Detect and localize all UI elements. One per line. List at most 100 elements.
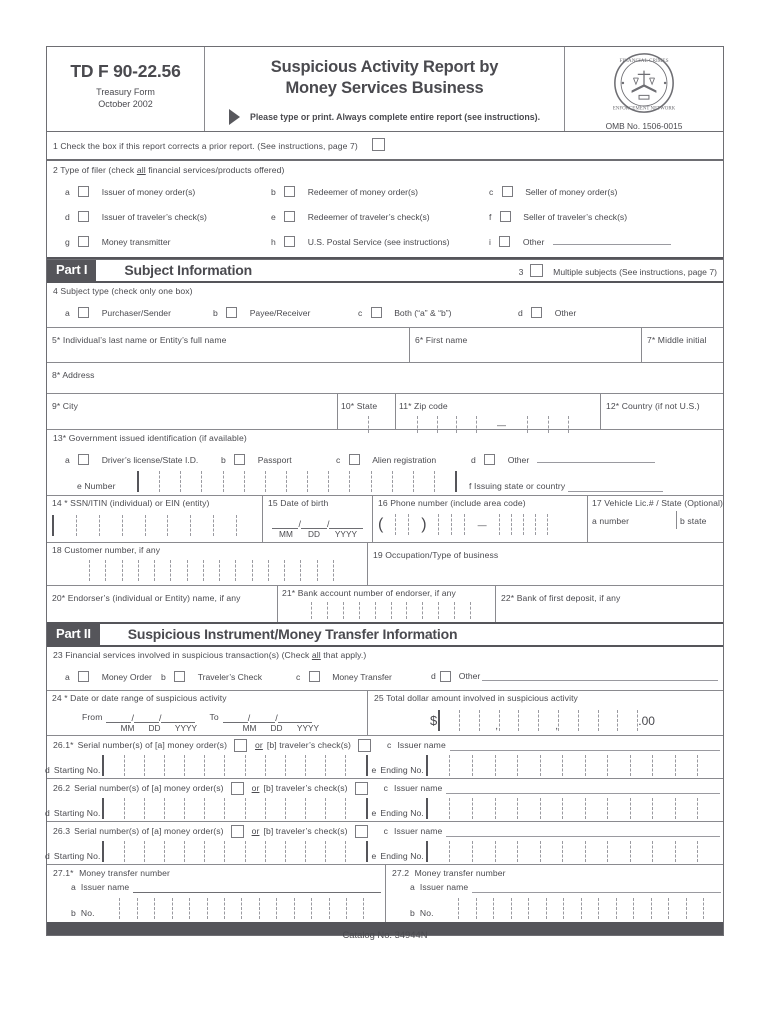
ssn-comb[interactable] [52,515,259,536]
ssn-dob-phone-row: 14 * SSN/ITIN (individual) or EIN (entit… [47,496,723,543]
transfer-2-label: Money transfer number [414,868,506,878]
item-22-cell[interactable]: 22* Bank of first deposit, if any [495,586,723,622]
item-17a-cell[interactable]: a number [592,511,676,529]
filer-type-b-checkbox[interactable] [284,186,296,197]
transfer-2-issuer-input[interactable] [472,883,721,893]
amount-comb[interactable]: , , [438,710,639,732]
to-mm-input[interactable] [222,711,248,723]
transfer-1-issuer-input[interactable] [133,883,381,893]
item-9-cell[interactable]: 9* City [47,394,337,429]
subject-type-c-checkbox[interactable] [370,307,382,318]
id-type-other-input[interactable] [536,453,655,463]
item-11-cell[interactable]: 11* Zip code — [395,394,600,433]
bank-account-comb[interactable] [296,602,486,619]
customer-number-comb[interactable] [74,560,349,581]
issuing-state-input[interactable] [568,482,664,492]
filer-type-b-label: Redeemer of money order(s) [307,187,419,197]
item-16-cell[interactable]: 16 Phone number (include area code) ( ) … [371,496,587,542]
filer-type-other-input[interactable] [552,235,671,245]
item-1-row: 1 Check the box if this report corrects … [47,132,723,161]
id-type-c-label: Alien registration [372,455,437,465]
id-type-d-checkbox[interactable] [484,454,496,465]
item-8-row[interactable]: 8* Address [47,363,723,394]
serial-3-start-comb[interactable] [102,841,368,862]
filer-type-d-checkbox[interactable] [78,211,90,222]
item-7-cell[interactable]: 7* Middle initial [641,328,723,362]
item-19-cell[interactable]: 19 Occupation/Type of business [367,543,723,585]
serial-1-money-order-checkbox[interactable] [234,739,248,752]
service-money-order-label: Money Order [101,672,152,682]
serial-3-issuer-input[interactable] [446,827,720,837]
serial-2-end-comb[interactable] [425,798,720,819]
service-other-checkbox[interactable] [439,670,451,682]
transfer-block-1: 27.1* Money transfer number a Issuer nam… [47,865,385,922]
serial-2-money-order-checkbox[interactable] [230,782,244,795]
id-number-comb[interactable] [137,471,458,492]
serial-2-travelers-check-checkbox[interactable] [354,782,368,795]
corrects-prior-report-checkbox[interactable] [372,138,386,151]
dob-yyyy-input[interactable] [329,517,364,529]
service-money-transfer-checkbox[interactable] [308,671,320,682]
filer-type-g-checkbox[interactable] [78,236,90,247]
filer-type-i-checkbox[interactable] [499,236,511,247]
filer-type-h-checkbox[interactable] [284,236,296,247]
serial-3-travelers-check-checkbox[interactable] [354,825,368,838]
filer-type-d-label: Issuer of traveler’s check(s) [101,212,207,222]
id-number-label: e Number [77,481,116,491]
filer-type-c-checkbox[interactable] [501,186,513,197]
amount-cents: .00 [638,713,655,728]
serial-3-end-comb[interactable] [425,841,720,862]
service-other-input[interactable] [482,671,718,681]
opt-letter-c: c [489,187,494,197]
service-money-order-checkbox[interactable] [78,671,90,682]
id-type-c-checkbox[interactable] [348,454,360,465]
serial-2-issuer-input[interactable] [446,784,720,794]
filer-type-f-checkbox[interactable] [499,211,511,222]
serial-1-travelers-check-checkbox[interactable] [358,739,372,752]
serial-2-start-comb[interactable] [102,798,368,819]
subject-type-d-checkbox[interactable] [531,307,543,318]
item-14-cell[interactable]: 14 * SSN/ITIN (individual) or EIN (entit… [47,496,262,542]
from-dd-input[interactable] [133,711,159,723]
serial-1-issuer-input[interactable] [449,741,720,751]
dob-yyyy-label: YYYY [334,529,358,539]
filer-type-e-checkbox[interactable] [284,211,296,222]
id-type-b-checkbox[interactable] [234,454,246,465]
item-21-cell[interactable]: 21* Bank account number of endorser, if … [277,586,495,622]
item-17b-cell[interactable]: b state [675,511,723,529]
serial-1-end-comb[interactable] [425,755,720,776]
id-type-a-checkbox[interactable] [78,454,90,465]
serial-1-or: or [255,740,263,750]
service-travelers-check-checkbox[interactable] [174,671,186,682]
item-12-cell[interactable]: 12* Country (if not U.S.) [600,394,723,429]
from-yyyy-input[interactable] [161,711,196,723]
dob-dd-input[interactable] [300,517,327,529]
serial-2-number: 26.2 [53,783,71,793]
svc-d-letter: d [431,671,436,681]
dob-mm-input[interactable] [272,517,299,529]
transfer-1-no-letter: b [71,908,76,918]
date-amount-row: 24 * Date or date range of suspicious ac… [47,691,723,736]
opt-letter-h: h [271,237,276,247]
form-title-block: Suspicious Activity Report by Money Serv… [205,47,565,131]
subject-type-b-checkbox[interactable] [226,307,238,318]
transfer-1-no-comb[interactable] [103,898,381,919]
serial-3-money-order-checkbox[interactable] [230,825,244,838]
serial-2-start-letter: d [45,808,50,818]
to-dd-input[interactable] [250,711,276,723]
filer-type-a-checkbox[interactable] [78,186,90,197]
transfer-2-no-comb[interactable] [442,898,721,919]
filer-type-i-label: Other [522,237,545,247]
item-18-cell[interactable]: 18 Customer number, if any [47,543,367,585]
item-5-cell[interactable]: 5* Individual’s last name or Entity’s fu… [47,328,409,362]
item-20-cell[interactable]: 20* Endorser’s (individual or Entity) na… [47,586,277,622]
to-yyyy-input[interactable] [277,711,312,723]
item-10-cell[interactable]: 10* State [337,394,395,433]
subject-type-a-checkbox[interactable] [78,307,90,318]
item-15-cell[interactable]: 15 Date of birth / / MM DD YYYY [261,496,372,542]
form-agency: Treasury Form [96,87,155,97]
multiple-subjects-checkbox[interactable] [529,264,543,277]
serial-1-start-comb[interactable] [102,755,368,776]
from-mm-input[interactable] [106,711,132,723]
item-6-cell[interactable]: 6* First name [409,328,641,362]
